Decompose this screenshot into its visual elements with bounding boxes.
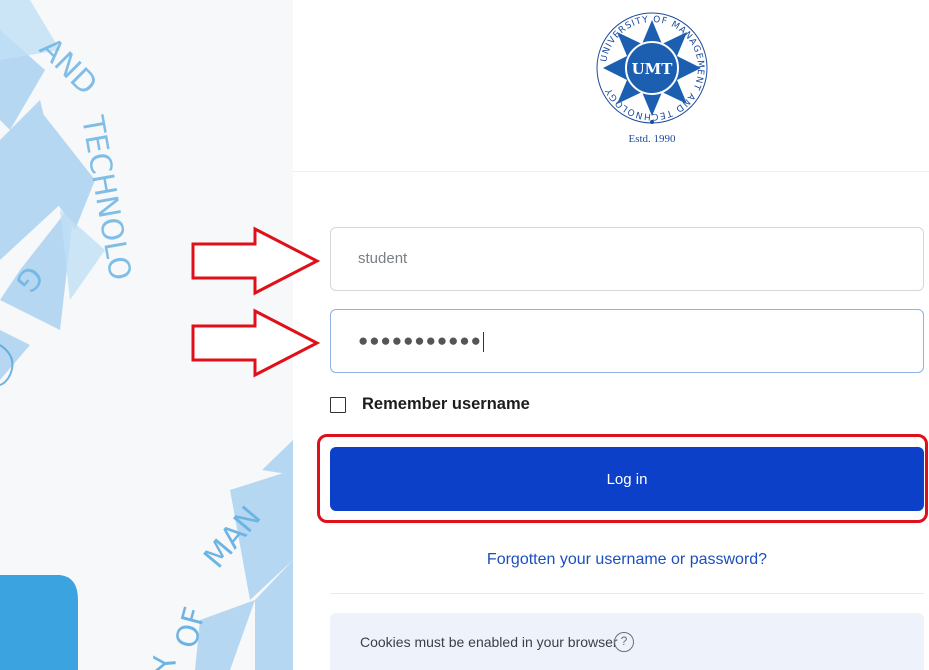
text-cursor — [482, 331, 484, 352]
svg-text:TY: TY — [148, 652, 186, 670]
login-card: UNIVERSITY OF MANAGEMENT AND TECHNOLOGY … — [293, 0, 929, 670]
header-divider — [293, 171, 929, 172]
arrow-right-icon — [191, 308, 320, 378]
remember-label[interactable]: Remember username — [362, 395, 530, 414]
footer-divider — [330, 593, 924, 594]
help-icon[interactable]: ? — [614, 632, 634, 652]
remember-username[interactable]: Remember username — [330, 395, 530, 414]
cookie-notice: Cookies must be enabled in your browser … — [330, 613, 924, 670]
logo-emblem-text: UMT — [632, 60, 674, 78]
cookie-notice-text: Cookies must be enabled in your browser — [360, 634, 618, 650]
umt-seal-icon: UNIVERSITY OF MANAGEMENT AND TECHNOLOGY … — [596, 12, 708, 124]
university-logo: UNIVERSITY OF MANAGEMENT AND TECHNOLOGY … — [591, 4, 713, 154]
arrow-right-icon — [191, 226, 320, 296]
established-year: Estd. 1990 — [628, 133, 676, 145]
login-button[interactable]: Log in — [330, 447, 924, 511]
login-page: AND TECHNOLO G MAN OF TY — [0, 0, 929, 670]
password-masked-value: ●●●●●●●●●●● — [358, 331, 482, 350]
username-input[interactable]: student — [330, 227, 924, 291]
forgot-password-link[interactable]: Forgotten your username or password? — [293, 551, 929, 569]
username-value: student — [358, 250, 408, 267]
password-input[interactable]: ●●●●●●●●●●● — [330, 309, 924, 373]
remember-checkbox[interactable] — [330, 396, 346, 413]
